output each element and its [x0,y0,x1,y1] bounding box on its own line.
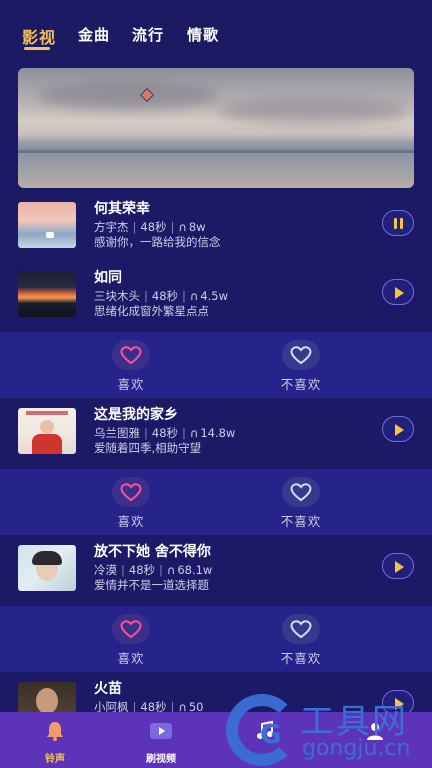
song-cover [18,408,76,454]
heart-icon [112,477,150,507]
song-item[interactable]: 何其荣幸 方宇杰 | 48秒 | ∩ 8w 感谢你，一路给我的信念 [0,198,432,262]
dislike-label: 不喜欢 [280,377,322,392]
nav-ringtone[interactable]: 铃声 [20,720,90,765]
song-meta: 乌兰图雅 | 48秒 | ∩ 14.8w [94,426,236,440]
pause-icon [394,218,397,229]
like-label: 喜欢 [117,651,145,666]
song-cover [18,545,76,591]
headphone-icon: ∩ [189,426,199,440]
headphone-icon: ∩ [189,289,199,303]
song-artist: 冷漠 [94,563,117,577]
watermark: G 工具网 gongju.cn [222,690,432,768]
like-label: 喜欢 [117,514,145,529]
reaction-bar: 喜欢 不喜欢 [0,469,432,535]
like-button[interactable]: 喜欢 [81,614,181,667]
dislike-button[interactable]: 不喜欢 [251,614,351,667]
pause-button[interactable] [382,210,414,236]
play-icon [395,424,404,436]
like-button[interactable]: 喜欢 [81,477,181,530]
song-artist: 乌兰图雅 [94,426,140,440]
song-meta: 方宇杰 | 48秒 | ∩ 8w [94,220,206,234]
tab-love-songs[interactable]: 情歌 [187,24,219,45]
song-item[interactable]: 放不下她 舍不得你 冷漠 | 48秒 | ∩ 68.1w 爱情并不是一道选择题 [0,541,432,605]
tab-film[interactable]: 影视 [22,24,56,48]
play-button[interactable] [382,553,414,579]
active-tab-indicator [24,47,50,50]
song-cover [18,271,76,317]
song-duration: 48秒 [140,220,167,234]
song-artist: 方宇杰 [94,220,129,234]
song-plays: 14.8w [200,426,236,440]
song-description: 爱随着四季,相助守望 [94,441,202,455]
pause-icon-bar [400,218,403,229]
song-item[interactable]: 如同 三块木头 | 48秒 | ∩ 4.5w 思绪化成窗外繁星点点 [0,267,432,331]
song-item[interactable]: 这是我的家乡 乌兰图雅 | 48秒 | ∩ 14.8w 爱随着四季,相助守望 [0,404,432,468]
song-duration: 48秒 [128,563,156,577]
song-meta: 冷漠 | 48秒 | ∩ 68.1w [94,563,213,577]
song-description: 感谢你，一路给我的信念 [94,235,221,249]
banner-cloud [218,98,408,124]
song-description: 思绪化成窗外繁星点点 [94,304,209,318]
song-cover [18,202,76,248]
tab-pop[interactable]: 流行 [132,24,164,45]
dislike-label: 不喜欢 [280,514,322,529]
heart-outline-icon [282,340,320,370]
like-button[interactable]: 喜欢 [81,340,181,393]
song-plays: 4.5w [200,289,229,303]
nav-videos-label: 刷视频 [146,754,176,765]
category-tabs: 影视 金曲 流行 情歌 [0,0,432,62]
play-button[interactable] [382,279,414,305]
song-title: 火苗 [94,681,122,697]
song-meta: 三块木头 | 48秒 | ∩ 4.5w [94,289,229,303]
heart-outline-icon [282,477,320,507]
song-title: 何其荣幸 [94,201,150,217]
watermark-domain: gongju.cn [302,736,411,761]
song-description: 爱情并不是一道选择题 [94,578,209,592]
heart-icon [112,340,150,370]
song-plays: 8w [188,220,206,234]
song-plays: 68.1w [177,563,213,577]
nav-videos[interactable]: 刷视频 [126,720,196,765]
banner-cloud [38,82,218,110]
headphone-icon: ∩ [178,220,187,234]
reaction-bar: 喜欢 不喜欢 [0,606,432,672]
play-button[interactable] [382,416,414,442]
song-title: 如同 [94,270,122,286]
video-icon [150,723,172,739]
play-icon [395,561,404,573]
featured-banner[interactable] [18,68,414,188]
bell-icon [47,722,63,741]
headphone-icon: ∩ [166,563,176,577]
dislike-button[interactable]: 不喜欢 [251,477,351,530]
dislike-button[interactable]: 不喜欢 [251,340,351,393]
play-icon [395,287,404,299]
banner-sea [18,153,414,188]
song-artist: 三块木头 [94,289,140,303]
reaction-bar: 喜欢 不喜欢 [0,332,432,398]
like-label: 喜欢 [117,377,145,392]
song-title: 这是我的家乡 [94,407,178,423]
song-duration: 48秒 [151,289,179,303]
nav-ringtone-label: 铃声 [45,754,65,765]
heart-icon [112,614,150,644]
dislike-label: 不喜欢 [280,651,322,666]
heart-outline-icon [282,614,320,644]
song-duration: 48秒 [151,426,179,440]
watermark-glyph: G [260,720,282,750]
song-title: 放不下她 舍不得你 [94,544,211,560]
tab-golden-hits[interactable]: 金曲 [78,24,110,45]
